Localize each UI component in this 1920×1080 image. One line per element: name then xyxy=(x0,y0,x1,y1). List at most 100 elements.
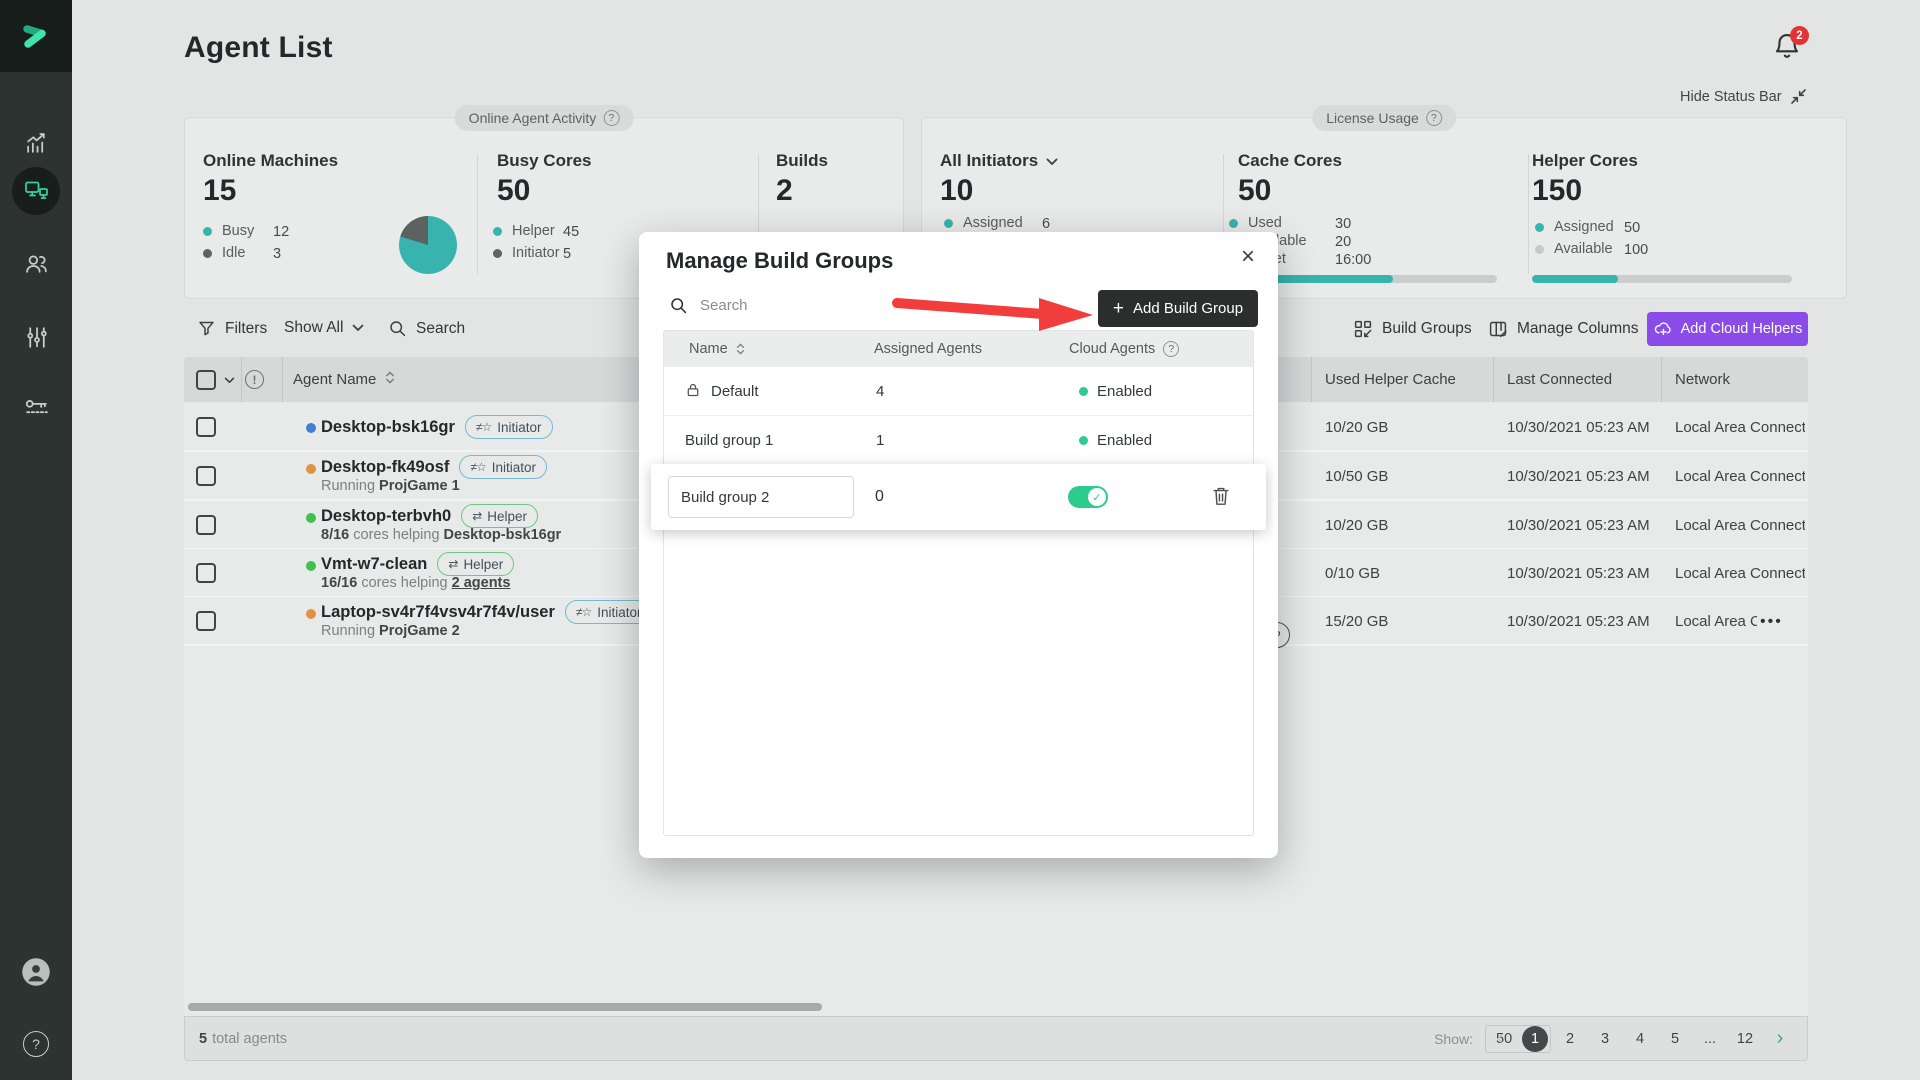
manage-columns-button[interactable]: Manage Columns xyxy=(1488,319,1638,339)
license-key-icon xyxy=(24,395,49,420)
modal-search[interactable] xyxy=(669,296,880,315)
build-group-name: Default xyxy=(711,383,759,400)
manage-build-groups-modal: Manage Build Groups × + Add Build Group … xyxy=(639,232,1278,858)
build-group-row[interactable]: Default 4 Enabled xyxy=(664,367,1253,416)
hide-status-bar-button[interactable]: Hide Status Bar xyxy=(1680,88,1807,105)
build-group-row[interactable]: Build group 1 1 Enabled xyxy=(664,416,1253,465)
page-button[interactable]: 3 xyxy=(1592,1026,1618,1052)
legend-value: 50 xyxy=(1624,220,1640,236)
help-tooltip-icon[interactable]: ? xyxy=(1163,341,1179,357)
show-all-dropdown[interactable]: Show All xyxy=(284,319,364,337)
row-more-button[interactable]: ••• xyxy=(1760,597,1783,646)
help-tooltip-icon[interactable]: ? xyxy=(1426,110,1442,126)
next-page-button[interactable]: › xyxy=(1767,1026,1793,1052)
legend-value: 3 xyxy=(273,246,281,262)
page-button[interactable]: 2 xyxy=(1557,1026,1583,1052)
legend-value: 100 xyxy=(1624,242,1648,258)
user-avatar[interactable] xyxy=(21,957,51,992)
manage-columns-label: Manage Columns xyxy=(1517,320,1638,338)
page-button[interactable]: 5 xyxy=(1662,1026,1688,1052)
legend-label: Initiator xyxy=(512,245,560,261)
app-logo[interactable] xyxy=(0,0,72,72)
row-checkbox[interactable] xyxy=(196,563,216,583)
filters-button[interactable]: Filters xyxy=(197,319,267,338)
help-tooltip-icon[interactable]: ? xyxy=(603,110,619,126)
agent-name: Laptop-sv4r7f4vsv4r7f4v/user xyxy=(321,603,555,622)
row-checkbox[interactable] xyxy=(196,417,216,437)
sidebar-item-settings[interactable] xyxy=(0,313,72,361)
sidebar-item-licenses[interactable] xyxy=(0,383,72,431)
section-label: Cache Cores xyxy=(1238,151,1342,171)
divider xyxy=(1311,357,1312,402)
online-agent-activity-tab[interactable]: Online Agent Activity ? xyxy=(455,105,634,131)
collapse-icon xyxy=(1790,88,1807,105)
metric-label: Busy Cores xyxy=(497,151,591,171)
trash-icon xyxy=(1211,485,1231,507)
badge-label: Initiator xyxy=(492,460,536,475)
delete-build-group-button[interactable] xyxy=(1211,485,1231,512)
modal-title: Manage Build Groups xyxy=(666,248,893,274)
filters-label: Filters xyxy=(225,320,267,338)
legend-dot xyxy=(1535,245,1544,254)
help-button[interactable]: ? xyxy=(23,1031,49,1057)
row-checkbox[interactable] xyxy=(196,466,216,486)
license-usage-tab[interactable]: License Usage ? xyxy=(1312,105,1456,131)
legend-item: Idle xyxy=(203,245,245,261)
page-button[interactable]: 4 xyxy=(1627,1026,1653,1052)
build-groups-label: Build Groups xyxy=(1382,320,1472,338)
agent-subtitle: 8/16 cores helping Desktop-bsk16gr xyxy=(321,527,561,543)
all-initiators-dropdown[interactable]: All Initiators xyxy=(940,151,1058,171)
sort-icon xyxy=(735,342,746,356)
table-footer: 5total agents Show: 50 ‹ 1 2 3 4 5 ... 1… xyxy=(184,1016,1808,1061)
cloud-agents-toggle-on[interactable]: ✓ xyxy=(1068,486,1108,508)
add-cloud-helpers-button[interactable]: Add Cloud Helpers xyxy=(1647,312,1808,346)
cloud-agents-column-header: Cloud Agents ? xyxy=(1069,341,1179,357)
used-helper-cache-column-header[interactable]: Used Helper Cache xyxy=(1325,357,1456,402)
row-checkbox[interactable] xyxy=(196,611,216,631)
last-connected-column-header[interactable]: Last Connected xyxy=(1507,357,1612,402)
add-build-group-label: Add Build Group xyxy=(1133,300,1243,317)
legend-label: Assigned xyxy=(1554,219,1614,235)
build-group-name-input[interactable] xyxy=(668,476,854,518)
legend-dot xyxy=(203,249,212,258)
column-label: Cloud Agents xyxy=(1069,341,1155,357)
search-button[interactable]: Search xyxy=(388,319,465,338)
add-build-group-button[interactable]: + Add Build Group xyxy=(1098,290,1258,327)
show-all-label: Show All xyxy=(284,319,343,337)
machines-pie-chart xyxy=(399,216,457,274)
legend-dot xyxy=(493,249,502,258)
agent-name-column-header[interactable]: Agent Name xyxy=(293,357,396,402)
legend-value: 30 xyxy=(1335,216,1351,232)
sidebar-item-agents-active[interactable] xyxy=(12,167,60,215)
agent-name: Desktop-terbvh0 xyxy=(321,507,451,526)
prev-page-button[interactable]: ‹ xyxy=(1487,1026,1513,1052)
modal-close-button[interactable]: × xyxy=(1233,242,1263,272)
network-column-header[interactable]: Network xyxy=(1675,357,1730,402)
row-checkbox[interactable] xyxy=(196,515,216,535)
agent-badge: ⇄ Helper xyxy=(437,552,514,576)
select-all-control[interactable] xyxy=(196,357,235,402)
helper-badge-icon: ⇄ xyxy=(472,509,481,523)
select-all-checkbox[interactable] xyxy=(196,370,216,390)
add-cloud-helpers-label: Add Cloud Helpers xyxy=(1681,321,1803,337)
page-button-active[interactable]: 1 xyxy=(1522,1026,1548,1052)
legend-item: Busy xyxy=(203,223,254,239)
assigned-agents-count: 0 xyxy=(875,464,884,530)
notification-count-badge: 2 xyxy=(1790,26,1809,45)
build-groups-button[interactable]: Build Groups xyxy=(1353,319,1472,339)
red-annotation-arrow xyxy=(891,292,1097,332)
divider xyxy=(282,357,283,402)
build-groups-icon xyxy=(1353,319,1373,339)
section-value: 150 xyxy=(1532,174,1582,208)
page-button[interactable]: 12 xyxy=(1732,1026,1758,1052)
sidebar-item-dashboard[interactable] xyxy=(0,118,72,166)
search-icon xyxy=(388,319,407,338)
notifications-button[interactable]: 2 xyxy=(1772,30,1808,66)
sidebar-item-users[interactable] xyxy=(0,239,72,287)
legend-label: Assigned xyxy=(963,215,1023,231)
helping-agents-link[interactable]: 2 agents xyxy=(452,575,511,591)
section-label: All Initiators xyxy=(940,151,1038,171)
modal-search-input[interactable] xyxy=(700,297,880,314)
horizontal-scrollbar[interactable] xyxy=(188,1003,822,1011)
name-column-header[interactable]: Name xyxy=(689,341,746,357)
